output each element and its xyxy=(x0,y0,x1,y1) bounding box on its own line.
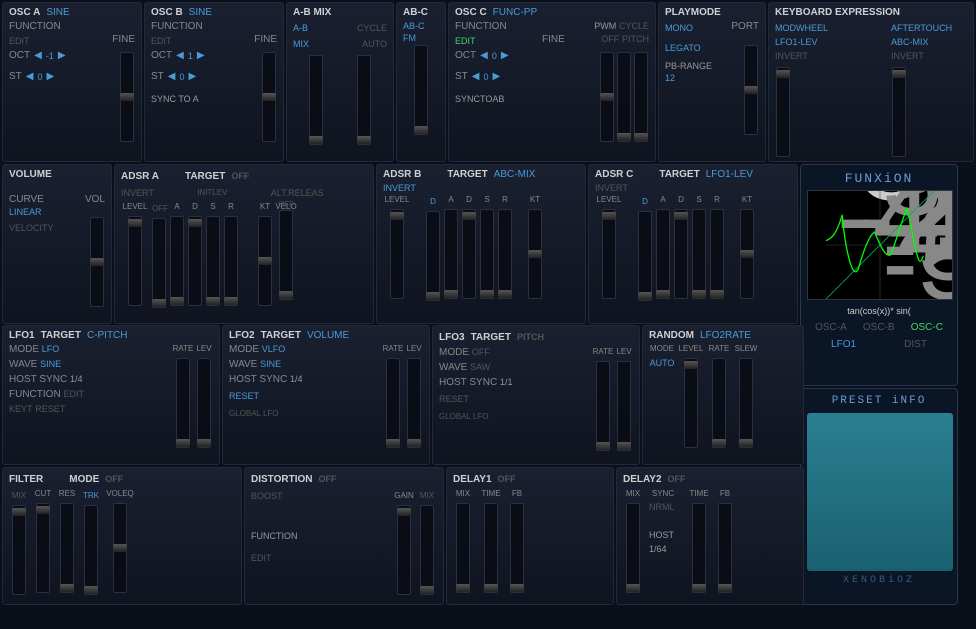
osc-c-pwm-slider[interactable] xyxy=(617,52,631,142)
modwheel-slider[interactable] xyxy=(776,67,790,157)
ab-cycle-slider[interactable] xyxy=(357,55,371,145)
abc-panel: AB-C AB-C FM xyxy=(396,2,446,162)
lfo1-rate[interactable] xyxy=(176,358,190,448)
ab-mix-panel: A-B MIX A-BCYCLE MIXAUTO xyxy=(286,2,394,162)
lfo2-panel: LFO2 TARGET VOLUME MODE VLFO WAVE SINE H… xyxy=(222,325,430,465)
abc-fm-slider[interactable] xyxy=(414,45,428,135)
lfo1-panel: LFO1 TARGET C-PITCH MODE LFO WAVE SINE H… xyxy=(2,325,220,465)
svg-text:-1: -1 xyxy=(882,190,953,281)
adsr-b-panel: ADSR B TARGET ABC-MIX INVERT LEVEL D A D… xyxy=(376,164,586,324)
oct-up-icon[interactable]: ▶ xyxy=(58,50,66,61)
brand-logo: XENOBiOZ xyxy=(807,575,951,586)
osc-c-fine-slider[interactable] xyxy=(600,52,614,142)
tab-osc-a[interactable]: OSC-A xyxy=(815,322,847,333)
aftertouch-slider[interactable] xyxy=(892,67,906,157)
osc-a-fine-slider[interactable] xyxy=(120,52,134,142)
tab-lfo1[interactable]: LFO1 xyxy=(831,339,856,350)
tab-osc-c[interactable]: OSC-C xyxy=(911,322,943,333)
adsr-c-panel: ADSR C TARGET LFO1-LEV INVERT LEVEL D A … xyxy=(588,164,798,324)
volume-panel: VOLUME CURVEVOL LINEAR VELOCITY xyxy=(2,164,112,324)
lfo1-lev[interactable] xyxy=(197,358,211,448)
preset-display[interactable] xyxy=(807,413,953,571)
funxion-panel: FUNXiON OSC C FUNCTION -4-2 24 3-3 51 -5… xyxy=(800,164,958,386)
osc-c-panel: OSC C FUNC-PP FUNCTIONPWM CYCLE EDIT FIN… xyxy=(448,2,656,162)
osc-b-fine-slider[interactable] xyxy=(262,52,276,142)
adsr-a-panel: ADSR A TARGET OFF INVERT INITLEV ALT.REL… xyxy=(114,164,374,324)
delay1-panel: DELAY1 OFF MIX TIME FB xyxy=(446,467,614,605)
filter-panel: FILTER MODE OFF MIX CUT RES TRK VOLEQ xyxy=(2,467,242,605)
st-up-icon[interactable]: ▶ xyxy=(47,71,55,82)
osc-a-panel: OSC A SINE FUNCTION EDITFINE OCT ◀ -1 ▶ … xyxy=(2,2,142,162)
lfo3-panel: LFO3 TARGET PITCH MODE OFF WAVE SAW HOST… xyxy=(432,325,640,465)
adsr-a-level[interactable] xyxy=(128,216,142,306)
adsr-a-attack[interactable] xyxy=(170,216,184,306)
preset-panel: PRESET iNFO XENOBiOZ xyxy=(800,388,958,605)
kbd-expression-panel: KEYBOARD EXPRESSION MODWHEEL LFO1-LEV IN… xyxy=(768,2,974,162)
oscilloscope: OSC C FUNCTION -4-2 24 3-3 51 -5-1 xyxy=(807,190,953,300)
vol-slider[interactable] xyxy=(90,217,104,307)
osc-c-cycle-slider[interactable] xyxy=(634,52,648,142)
tab-dist[interactable]: DIST xyxy=(904,339,927,350)
tab-osc-b[interactable]: OSC-B xyxy=(863,322,895,333)
osc-a-title: OSC A SINE xyxy=(9,7,135,18)
port-slider[interactable] xyxy=(744,45,758,135)
osc-b-panel: OSC B SINE FUNCTION EDITFINE OCT ◀ 1 ▶ S… xyxy=(144,2,284,162)
distortion-panel: DISTORTION OFF BOOST FUNCTION EDIT GAIN … xyxy=(244,467,444,605)
delay2-panel: DELAY2 OFF MIX SYNC NRML HOST 1/64 TIME … xyxy=(616,467,804,605)
ab-mix-slider[interactable] xyxy=(309,55,323,145)
st-down-icon[interactable]: ◀ xyxy=(26,71,34,82)
random-panel: RANDOM LFO2RATE MODEAUTO LEVEL RATE SLEW xyxy=(642,325,804,465)
oct-down-icon[interactable]: ◀ xyxy=(34,50,42,61)
playmode-panel: PLAYMODE MONOPORT LEGATO PB-RANGE 12 xyxy=(658,2,766,162)
